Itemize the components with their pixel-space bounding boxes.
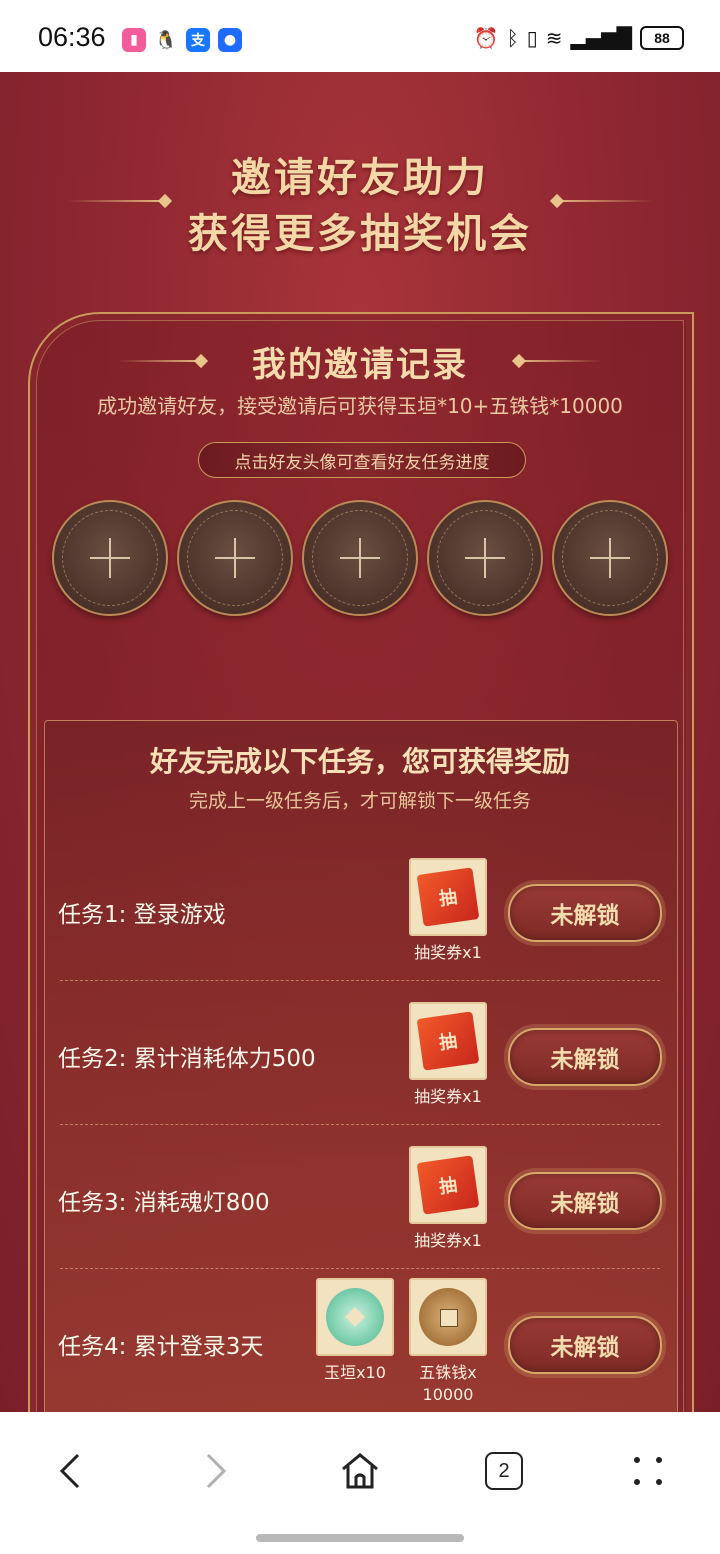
back-button[interactable]	[30, 1436, 110, 1506]
ticket-glyph: 抽	[416, 1155, 480, 1215]
locked-button-1[interactable]: 未解锁	[508, 884, 662, 942]
reward-item: 抽 抽奖券x1	[403, 858, 493, 964]
page-headline: 邀请好友助力 获得更多抽奖机会	[0, 150, 720, 262]
alipay-icon: 支	[186, 28, 210, 52]
plus-icon	[465, 538, 505, 578]
reward-caption: 五铢钱x 10000	[419, 1363, 477, 1404]
row-divider	[60, 1268, 660, 1270]
reward-caption: 玉垣x10	[324, 1363, 386, 1382]
task-label: 任务2: 累计消耗体力500	[58, 1046, 316, 1072]
battery-icon: 88	[640, 26, 684, 50]
add-friend-slot-4[interactable]	[427, 500, 543, 616]
copper-coin-shape	[419, 1288, 477, 1346]
jade-coin-shape	[326, 1288, 384, 1346]
alarm-icon: ⏰	[473, 26, 499, 50]
row-divider	[60, 1124, 660, 1126]
reward-item: 五铢钱x 10000	[403, 1278, 493, 1406]
locked-button-3[interactable]: 未解锁	[508, 1172, 662, 1230]
locked-button-4[interactable]: 未解锁	[508, 1316, 662, 1374]
task-row-1: 任务1: 登录游戏 抽 抽奖券x1 未解锁	[44, 840, 676, 984]
jade-icon	[316, 1278, 394, 1356]
forward-button[interactable]	[176, 1436, 256, 1506]
add-friend-slot-3[interactable]	[302, 500, 418, 616]
task-label: 任务4: 累计登录3天	[58, 1334, 264, 1360]
plus-icon	[340, 538, 380, 578]
row-divider	[60, 980, 660, 982]
task-label: 任务1: 登录游戏	[58, 902, 226, 928]
copper-coin-icon	[409, 1278, 487, 1356]
locked-button-2[interactable]: 未解锁	[508, 1028, 662, 1086]
status-indicators: ⏰ ᛒ ▯ ≋ ▂▄▆█ 88	[474, 26, 684, 50]
app-icon-pink: ▮	[122, 28, 146, 52]
add-friend-slot-2[interactable]	[177, 500, 293, 616]
invite-record-title: 我的邀请记录	[252, 345, 468, 385]
plus-icon	[90, 538, 130, 578]
status-app-icons: ▮ 🐧 支 ●	[122, 28, 242, 52]
wifi-icon: ≋	[545, 26, 563, 50]
task-card-subtitle: 完成上一级任务后，才可解锁下一级任务	[188, 790, 531, 812]
lottery-ticket-icon: 抽	[409, 858, 487, 936]
task-row-2: 任务2: 累计消耗体力500 抽 抽奖券x1 未解锁	[44, 984, 676, 1128]
add-friend-slot-1[interactable]	[52, 500, 168, 616]
tabs-button[interactable]: 2	[464, 1436, 544, 1506]
headline-line-1: 邀请好友助力	[231, 154, 489, 201]
status-bar: 06:36 ▮ 🐧 支 ● ⏰ ᛒ ▯ ≋ ▂▄▆█ 88	[0, 0, 720, 72]
app-icon-blue: ●	[218, 28, 242, 52]
chevron-left-icon	[59, 1453, 80, 1489]
vibrate-icon: ▯	[526, 26, 538, 50]
more-menu-button[interactable]	[608, 1436, 688, 1506]
task-row-4: 任务4: 累计登录3天 玉垣x10 五铢钱x 10000 未解锁	[44, 1272, 676, 1412]
chevron-right-icon	[206, 1453, 227, 1489]
gesture-bar[interactable]	[256, 1534, 464, 1542]
event-page[interactable]: 邀请好友助力 获得更多抽奖机会 我的邀请记录 成功邀请好友，接受邀请后可获得玉垣…	[0, 72, 720, 1412]
reward-caption: 抽奖券x1	[414, 943, 482, 962]
task-card-title: 好友完成以下任务，您可获得奖励	[149, 745, 570, 778]
home-icon	[342, 1453, 378, 1489]
more-dots-icon	[634, 1457, 662, 1485]
avatar-hint: 点击好友头像可查看好友任务进度	[198, 442, 526, 478]
reward-item: 抽 抽奖券x1	[403, 1002, 493, 1108]
browser-bottom-nav: 2	[0, 1412, 720, 1554]
reward-caption: 抽奖券x1	[414, 1231, 482, 1250]
home-button[interactable]	[320, 1436, 400, 1506]
lottery-ticket-icon: 抽	[409, 1002, 487, 1080]
plus-icon	[215, 538, 255, 578]
invite-record-subtitle: 成功邀请好友，接受邀请后可获得玉垣*10+五铢钱*10000	[97, 394, 623, 418]
reward-item: 玉垣x10	[310, 1278, 400, 1384]
lottery-ticket-icon: 抽	[409, 1146, 487, 1224]
reward-caption: 抽奖券x1	[414, 1087, 482, 1106]
ticket-glyph: 抽	[416, 1011, 480, 1071]
signal-icon: ▂▄▆█	[570, 26, 632, 50]
friend-avatar-slots	[52, 500, 672, 616]
ticket-glyph: 抽	[416, 867, 480, 927]
plus-icon	[590, 538, 630, 578]
task-label: 任务3: 消耗魂灯800	[58, 1190, 270, 1216]
headline-line-2: 获得更多抽奖机会	[188, 210, 532, 257]
reward-item: 抽 抽奖券x1	[403, 1146, 493, 1252]
status-time: 06:36	[38, 22, 106, 52]
bluetooth-icon: ᛒ	[506, 26, 519, 50]
task-row-3: 任务3: 消耗魂灯800 抽 抽奖券x1 未解锁	[44, 1128, 676, 1272]
add-friend-slot-5[interactable]	[552, 500, 668, 616]
tab-count-badge: 2	[485, 1452, 523, 1490]
qq-icon: 🐧	[154, 28, 178, 52]
